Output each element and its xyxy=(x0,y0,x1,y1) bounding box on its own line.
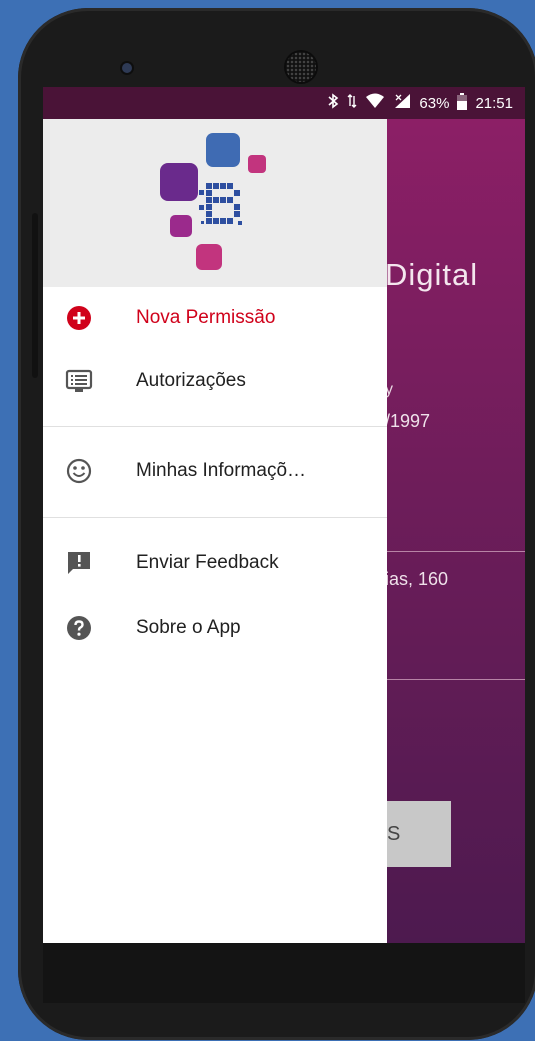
bottom-bezel xyxy=(43,943,525,1003)
menu-divider xyxy=(43,517,387,518)
list-monitor-icon xyxy=(65,367,93,395)
battery-icon xyxy=(457,92,468,114)
background-divider xyxy=(387,551,525,552)
feedback-icon xyxy=(65,549,93,577)
help-icon xyxy=(65,614,93,642)
menu-divider xyxy=(43,426,387,427)
status-bar: 63% 21:51 xyxy=(43,87,525,119)
menu-item-minhas-informacoes[interactable]: Minhas Informaçõ… xyxy=(43,443,387,499)
smiley-icon xyxy=(65,457,93,485)
background-date: /1997 xyxy=(385,411,431,431)
battery-percent: 63% xyxy=(419,94,450,112)
front-camera xyxy=(122,63,132,73)
menu-item-autorizacoes[interactable]: Autorizações xyxy=(43,353,387,409)
wifi-icon xyxy=(365,93,385,113)
background-title: Digital xyxy=(385,257,479,292)
drawer-header xyxy=(43,119,387,287)
menu-label: Minhas Informaçõ… xyxy=(136,460,307,481)
menu-item-enviar-feedback[interactable]: Enviar Feedback xyxy=(43,535,387,591)
menu-label: Autorizações xyxy=(136,370,246,391)
data-transfer-icon xyxy=(347,93,357,113)
menu-label: Nova Permissão xyxy=(136,307,276,328)
earpiece-speaker xyxy=(286,52,316,82)
clock: 21:51 xyxy=(475,94,513,112)
screen: 63% 21:51 Digital y /1997 ias, 160 S Nov… xyxy=(43,87,525,943)
signal-icon xyxy=(393,93,411,113)
menu-label: Sobre o App xyxy=(136,617,241,638)
add-circle-icon xyxy=(65,304,93,332)
side-button xyxy=(32,213,38,378)
app-logo xyxy=(158,131,268,271)
menu-item-sobre-o-app[interactable]: Sobre o App xyxy=(43,600,387,656)
background-address: ias, 160 xyxy=(385,569,449,589)
menu-item-nova-permissao[interactable]: Nova Permissão xyxy=(43,290,387,346)
background-divider xyxy=(387,679,525,680)
navigation-drawer: Nova Permissão Autorizações Minhas Infor… xyxy=(43,119,387,943)
menu-label: Enviar Feedback xyxy=(136,552,279,573)
bluetooth-icon xyxy=(327,93,339,113)
